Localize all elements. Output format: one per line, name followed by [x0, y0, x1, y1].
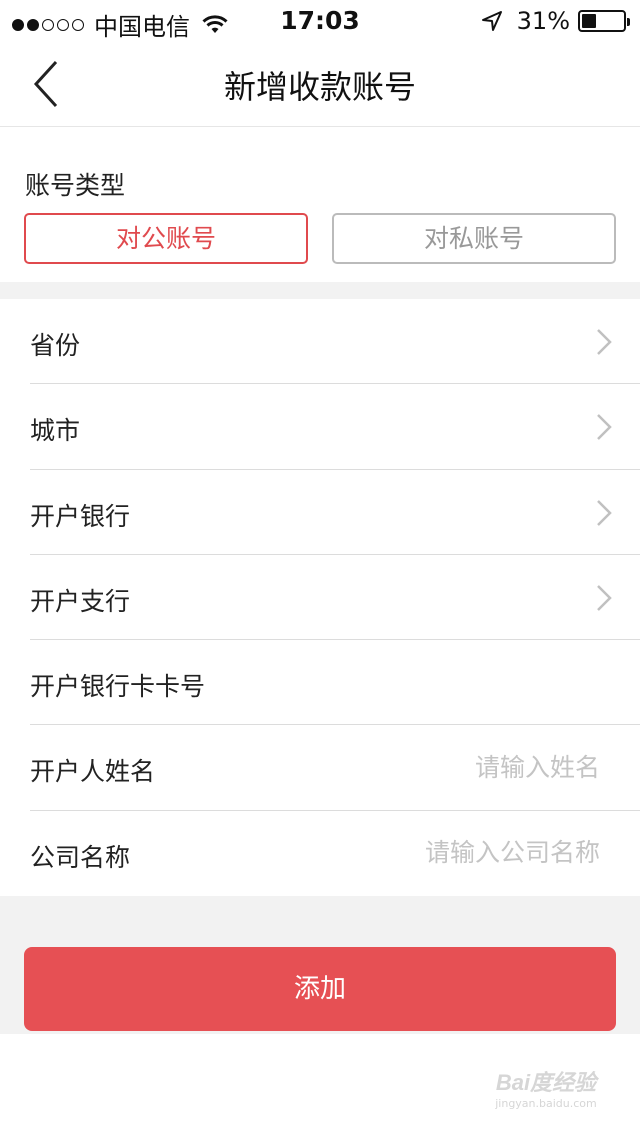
- card-number-label: 开户银行卡卡号: [30, 672, 206, 702]
- bank-row[interactable]: 开户银行: [30, 470, 640, 555]
- city-label: 城市: [30, 416, 81, 446]
- status-right: 31%: [481, 7, 630, 35]
- corporate-account-button[interactable]: 对公账号: [24, 213, 308, 264]
- watermark-title: Bai度经验: [495, 1070, 597, 1095]
- status-bar: 中国电信 17:03 31%: [0, 0, 640, 41]
- battery-percent: 31%: [516, 7, 570, 35]
- holder-name-row: 开户人姓名: [30, 725, 640, 811]
- city-row[interactable]: 城市: [30, 384, 640, 470]
- holder-name-label: 开户人姓名: [30, 757, 156, 787]
- chevron-right-icon: [597, 499, 612, 526]
- battery-icon: [578, 10, 630, 32]
- personal-account-button[interactable]: 对私账号: [332, 213, 616, 264]
- add-button[interactable]: 添加: [24, 947, 616, 1031]
- company-name-label: 公司名称: [30, 842, 131, 872]
- chevron-right-icon: [597, 585, 612, 611]
- branch-row[interactable]: 开户支行: [30, 555, 640, 641]
- province-row[interactable]: 省份: [30, 299, 640, 385]
- card-number-input[interactable]: [340, 660, 600, 705]
- province-label: 省份: [30, 331, 81, 360]
- chevron-right-icon: [597, 329, 612, 355]
- company-name-row: 公司名称: [30, 811, 640, 896]
- bank-label: 开户银行: [30, 501, 131, 531]
- battery-fill: [582, 14, 596, 28]
- branch-label: 开户支行: [30, 586, 131, 616]
- account-type-label: 账号类型: [25, 171, 126, 200]
- section-divider: [0, 282, 640, 299]
- company-name-input[interactable]: [340, 830, 600, 875]
- watermark-subtitle: jingyan.baidu.com: [495, 1097, 597, 1110]
- card-number-row: 开户银行卡卡号: [30, 640, 640, 726]
- account-form: 省份 城市 开户银行 开户支行 开户银行卡卡号 开户人姓名 公司名称: [0, 299, 640, 897]
- page-title: 新增收款账号: [223, 68, 416, 106]
- account-type-section: 账号类型 对公账号 对私账号: [0, 128, 640, 282]
- nav-bar: 新增收款账号: [0, 40, 640, 127]
- location-arrow-icon: [481, 11, 502, 31]
- holder-name-input[interactable]: [340, 745, 600, 790]
- baidu-jingyan-watermark: Bai度经验 jingyan.baidu.com: [486, 1065, 606, 1125]
- chevron-right-icon: [597, 414, 612, 441]
